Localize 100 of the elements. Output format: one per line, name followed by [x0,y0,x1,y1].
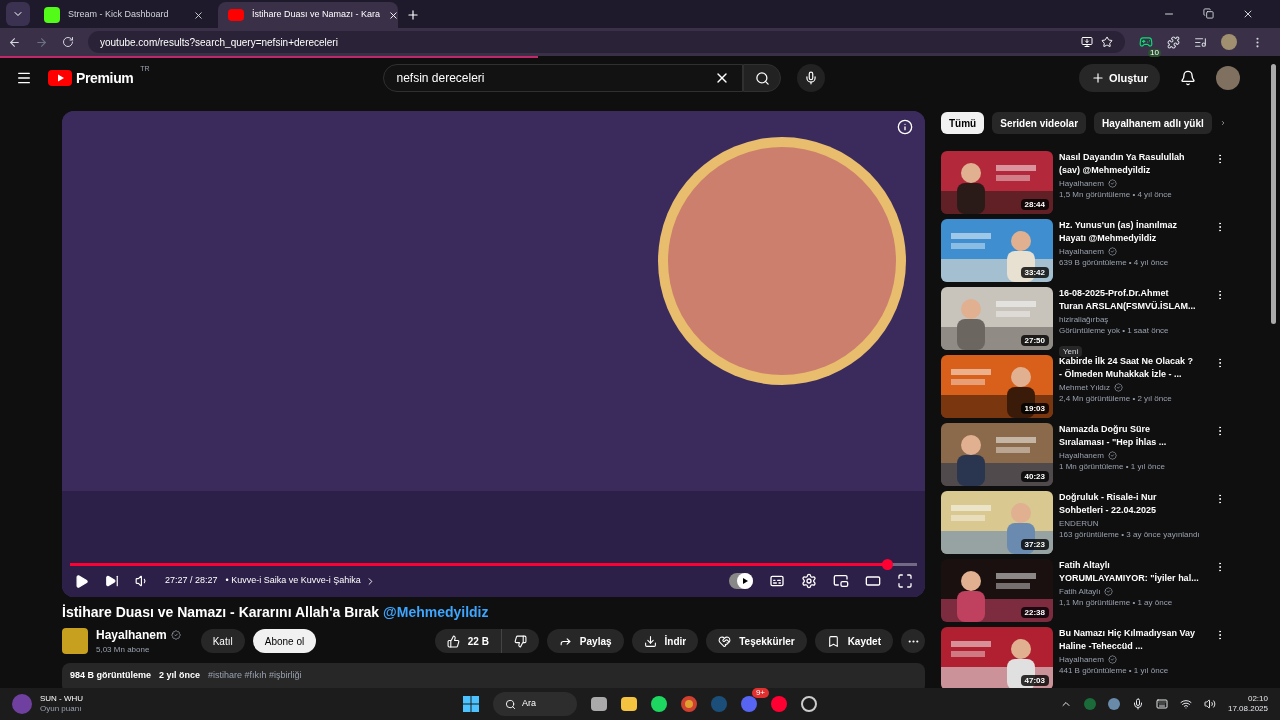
download-icon [643,634,657,648]
video-title[interactable]: 16-08-2025-Prof.Dr.Ahmet [1059,287,1208,300]
filter-chip[interactable]: Seriden videolar [992,112,1087,134]
extensions-icon[interactable] [1167,35,1180,49]
forward-icon[interactable] [35,35,48,49]
theater-icon[interactable] [865,573,881,589]
logo-text[interactable]: Premium [76,67,134,89]
search-button[interactable] [743,64,782,92]
menu-icon[interactable] [16,70,32,86]
channel-name[interactable]: hiziraliağırbaş [1059,313,1109,325]
channel-name[interactable]: Hayalhanem [1059,177,1104,189]
subscriber-count: 5,03 Mn abone [96,644,151,656]
channel-name[interactable]: Mehmet Yıldız [1059,381,1110,393]
filter-chip[interactable]: Tümü [941,112,985,134]
install-icon[interactable] [1081,36,1093,48]
download-button[interactable]: İndir [631,629,699,653]
info-icon[interactable] [897,119,913,135]
tab-list-button[interactable] [6,2,30,26]
description-box[interactable]: 984 B görüntüleme 2 yıl önce #istihare #fıkıh #işbirliği [62,663,925,688]
handle-link[interactable]: @Mehmedyildiz [383,604,489,620]
progress-thumb[interactable] [882,559,894,570]
chapter-link[interactable]: • Kuvve-i Saika ve Kuvve-i Şahika [225,574,361,588]
microphone-icon[interactable] [1131,698,1144,710]
video-title[interactable]: Haline -Teheccüd ... [1059,640,1208,653]
profile-avatar[interactable] [1221,34,1237,50]
video-title[interactable]: Doğruluk - Risale-i Nur [1059,491,1208,504]
close-icon[interactable] [388,9,400,21]
keyboard-icon[interactable] [1155,698,1168,710]
reload-icon[interactable] [62,36,74,48]
channel-name[interactable]: Hayalhanem [1059,653,1104,665]
create-button[interactable]: Oluştur [1078,64,1160,92]
fullscreen-icon[interactable] [897,573,913,589]
autoplay-toggle[interactable] [729,573,753,589]
extension-icon[interactable] [1139,35,1153,49]
captions-icon[interactable] [769,573,785,589]
scrollbar[interactable] [1271,64,1276,324]
tray-app-icon[interactable] [1083,698,1096,710]
video-title[interactable]: Namazda Doğru Süre [1059,423,1208,436]
video-title[interactable]: Sohbetleri - 22.04.2025 [1059,504,1208,517]
discord-icon[interactable] [741,696,757,712]
filter-chip[interactable]: Hayalhanem adlı yükl [1094,112,1212,134]
channel-name[interactable]: Hayalhanem [96,626,167,644]
video-title[interactable]: Hayatı @Mehmedyildiz [1059,232,1208,245]
miniplayer-icon[interactable] [833,573,849,589]
play-icon[interactable] [74,573,89,589]
folder-icon[interactable] [621,697,637,711]
next-icon[interactable] [105,574,119,588]
back-icon[interactable] [8,35,21,49]
bookmark-icon [826,634,840,648]
video-title[interactable]: Bu Namazı Hiç Kılmadıysan Vay [1059,627,1208,640]
taskbar-search[interactable]: Ara [493,692,577,716]
video-title[interactable]: Kabirde İlk 24 Saat Ne Olacak ? [1059,355,1208,368]
video-title[interactable]: Fatih Altaylı [1059,559,1208,572]
subscribe-button[interactable]: Abone ol [252,629,317,653]
video-title[interactable]: (sav) @Mehmedyildiz [1059,164,1208,177]
video-title[interactable]: Sıralaması - "Hep İhlas ... [1059,436,1208,449]
new-tab-icon[interactable] [406,8,420,22]
channel-name[interactable]: Hayalhanem [1059,449,1104,461]
youtube-logo-icon[interactable] [48,70,72,86]
chrome-icon[interactable] [681,696,697,712]
network-icon[interactable] [1179,698,1192,710]
video-title[interactable]: - Ölmeden Muhakkak İzle - ... [1059,368,1208,381]
speaker-icon[interactable] [1203,698,1216,710]
search-field[interactable]: nefsin dereceleri [383,64,744,92]
share-button[interactable]: Paylaş [546,629,624,653]
browser-tab[interactable]: Stream - Kick Dashboard [34,2,214,28]
bookmark-star-icon[interactable] [1101,36,1113,48]
steam-tray-icon[interactable] [1107,698,1120,710]
clock-date[interactable]: 17.08.2025 [1227,704,1268,714]
address-field[interactable]: youtube.com/results?search_query=nefsin+dereceleri [88,31,1125,53]
video-title[interactable]: Nasıl Dayandın Ya Rasulullah [1059,151,1208,164]
voice-search-button[interactable] [797,64,826,92]
spotify-icon[interactable] [651,696,667,712]
thanks-button[interactable]: Teşekkürler [706,629,807,653]
restore-icon[interactable] [1203,8,1214,19]
youtube-music-icon[interactable] [771,696,787,712]
notifications-icon[interactable] [1180,70,1196,86]
close-window-icon[interactable] [1242,8,1254,20]
task-view-icon[interactable] [591,697,607,711]
clock-time[interactable]: 02:10 [1227,694,1268,704]
more-button[interactable] [901,629,925,653]
video-title[interactable]: Turan ARSLAN(FSMVÜ.İSLAM... [1059,300,1208,313]
app-icon[interactable] [801,696,817,712]
game-icon[interactable] [12,694,32,714]
game-title: SUN - WHU [40,694,84,704]
search-icon [505,698,516,710]
video-title[interactable]: Hz. Yunus'un (as) İnanılmaz [1059,219,1208,232]
join-button[interactable]: Katıl [200,629,245,653]
start-icon[interactable] [463,696,479,712]
channel-name[interactable]: Hayalhanem [1059,245,1104,257]
save-button[interactable]: Kaydet [814,629,893,653]
media-icon[interactable] [1194,35,1207,49]
video-player[interactable]: 27:27 / 28:27 • Kuvve-i Saika ve Kuvve-i Şahika [62,111,925,597]
video-title[interactable]: YORUMLAYAMIYOR: "İyiler hal... [1059,572,1208,585]
account-avatar[interactable] [1216,66,1240,90]
channel-name[interactable]: ENDERUN [1059,517,1099,529]
channel-name[interactable]: Fatih Altaylı [1059,585,1101,597]
close-icon[interactable] [193,9,204,21]
settings-icon[interactable] [801,573,817,589]
browser-tab[interactable]: İstihare Duası ve Namazı - Kara [218,2,398,28]
